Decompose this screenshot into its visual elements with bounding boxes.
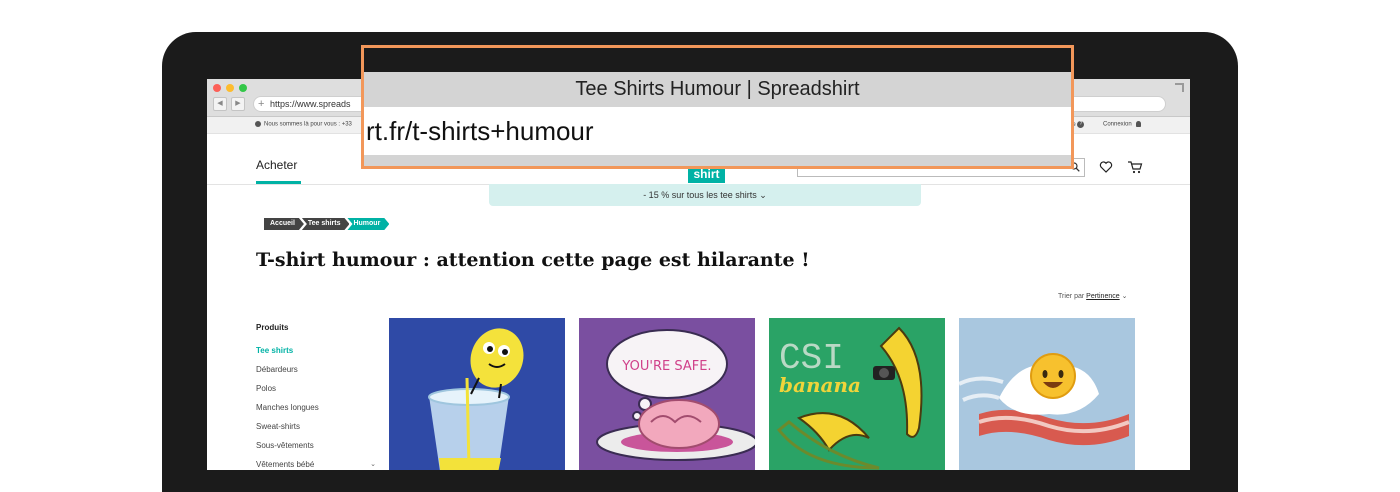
breadcrumb-humour[interactable]: Humour	[347, 218, 389, 230]
maximize-window-button[interactable]	[239, 84, 247, 92]
product-tile-lemon[interactable]	[389, 318, 565, 470]
zoom-url-text: rt.fr/t-shirts+humour	[364, 107, 1071, 155]
product-tile-brain[interactable]: YOU'RE SAFE.	[579, 318, 755, 470]
minimize-window-button[interactable]	[226, 84, 234, 92]
close-window-button[interactable]	[213, 84, 221, 92]
address-bar-url[interactable]: https://www.spreads	[270, 98, 351, 111]
egg-bacon-product-image	[959, 318, 1135, 470]
help-icon: ?	[1077, 121, 1085, 128]
lemon-product-image	[389, 318, 565, 470]
promo-text: - 15 % sur tous les tee shirts	[643, 190, 757, 200]
contact-info: Nous sommes là pour vous : +33	[255, 121, 352, 128]
sort-value[interactable]: Pertinence	[1086, 293, 1119, 300]
sidebar-item-label: Vêtements bébé	[256, 460, 315, 469]
sidebar: Produits Tee shirts Débardeurs Polos Man…	[256, 323, 376, 470]
heart-icon[interactable]	[1099, 160, 1113, 174]
brain-product-image: YOU'RE SAFE.	[579, 318, 755, 470]
sidebar-item-sweat-shirts[interactable]: Sweat-shirts	[256, 421, 376, 440]
sort-control[interactable]: Trier par Pertinence ⌄	[1058, 292, 1127, 300]
breadcrumb-accueil[interactable]: Accueil	[264, 218, 304, 230]
zoom-chrome-bottom	[364, 155, 1071, 166]
sidebar-item-debardeurs[interactable]: Débardeurs	[256, 364, 376, 383]
sort-label: Trier par	[1058, 293, 1085, 300]
sidebar-item-manches-longues[interactable]: Manches longues	[256, 402, 376, 421]
zoom-chrome-top	[364, 48, 1071, 72]
product-tile-csi-banana[interactable]: CSI banana	[769, 318, 945, 470]
sidebar-item-sous-vetements[interactable]: Sous-vêtements	[256, 440, 376, 459]
banana-text: banana	[779, 373, 861, 397]
breadcrumb: Accueil Tee shirts Humour	[264, 218, 387, 230]
url-zoom-callout: Tee Shirts Humour | Spreadshirt rt.fr/t-…	[361, 45, 1074, 169]
product-tile-egg-bacon[interactable]	[959, 318, 1135, 470]
sidebar-item-tee-shirts[interactable]: Tee shirts	[256, 345, 376, 364]
nav-acheter[interactable]: Acheter	[256, 158, 297, 172]
sidebar-item-polos[interactable]: Polos	[256, 383, 376, 402]
chevron-down-icon[interactable]: ⌄	[370, 459, 376, 470]
chevron-down-icon: ⌄	[1121, 293, 1128, 300]
forward-arrow-icon[interactable]: ▶	[231, 97, 245, 111]
page-title: T-shirt humour : attention cette page es…	[256, 249, 810, 271]
user-icon	[1136, 121, 1142, 127]
breadcrumb-tee-shirts[interactable]: Tee shirts	[302, 218, 350, 230]
chevron-down-icon: ⌄	[759, 190, 767, 200]
login-link[interactable]: Connexion	[1103, 121, 1142, 128]
sidebar-item-vetements-bebe[interactable]: Vêtements bébé ⌄	[256, 459, 376, 470]
history-nav: ◀ ▶	[213, 97, 245, 111]
new-tab-plus-icon[interactable]: +	[258, 97, 264, 111]
brain-slogan: YOU'RE SAFE.	[621, 359, 711, 374]
cart-icon[interactable]	[1127, 160, 1143, 174]
login-label: Connexion	[1103, 121, 1132, 128]
contact-text: Nous sommes là pour vous : +33	[264, 121, 352, 128]
back-arrow-icon[interactable]: ◀	[213, 97, 227, 111]
zoom-tab-title: Tee Shirts Humour | Spreadshirt	[364, 72, 1071, 107]
nav-active-indicator	[256, 181, 301, 184]
fullscreen-icon[interactable]	[1175, 83, 1184, 92]
info-icon	[255, 121, 261, 127]
sidebar-heading: Produits	[256, 323, 289, 332]
promo-banner[interactable]: - 15 % sur tous les tee shirts ⌄	[489, 184, 921, 206]
csi-banana-product-image: CSI banana	[769, 318, 945, 470]
